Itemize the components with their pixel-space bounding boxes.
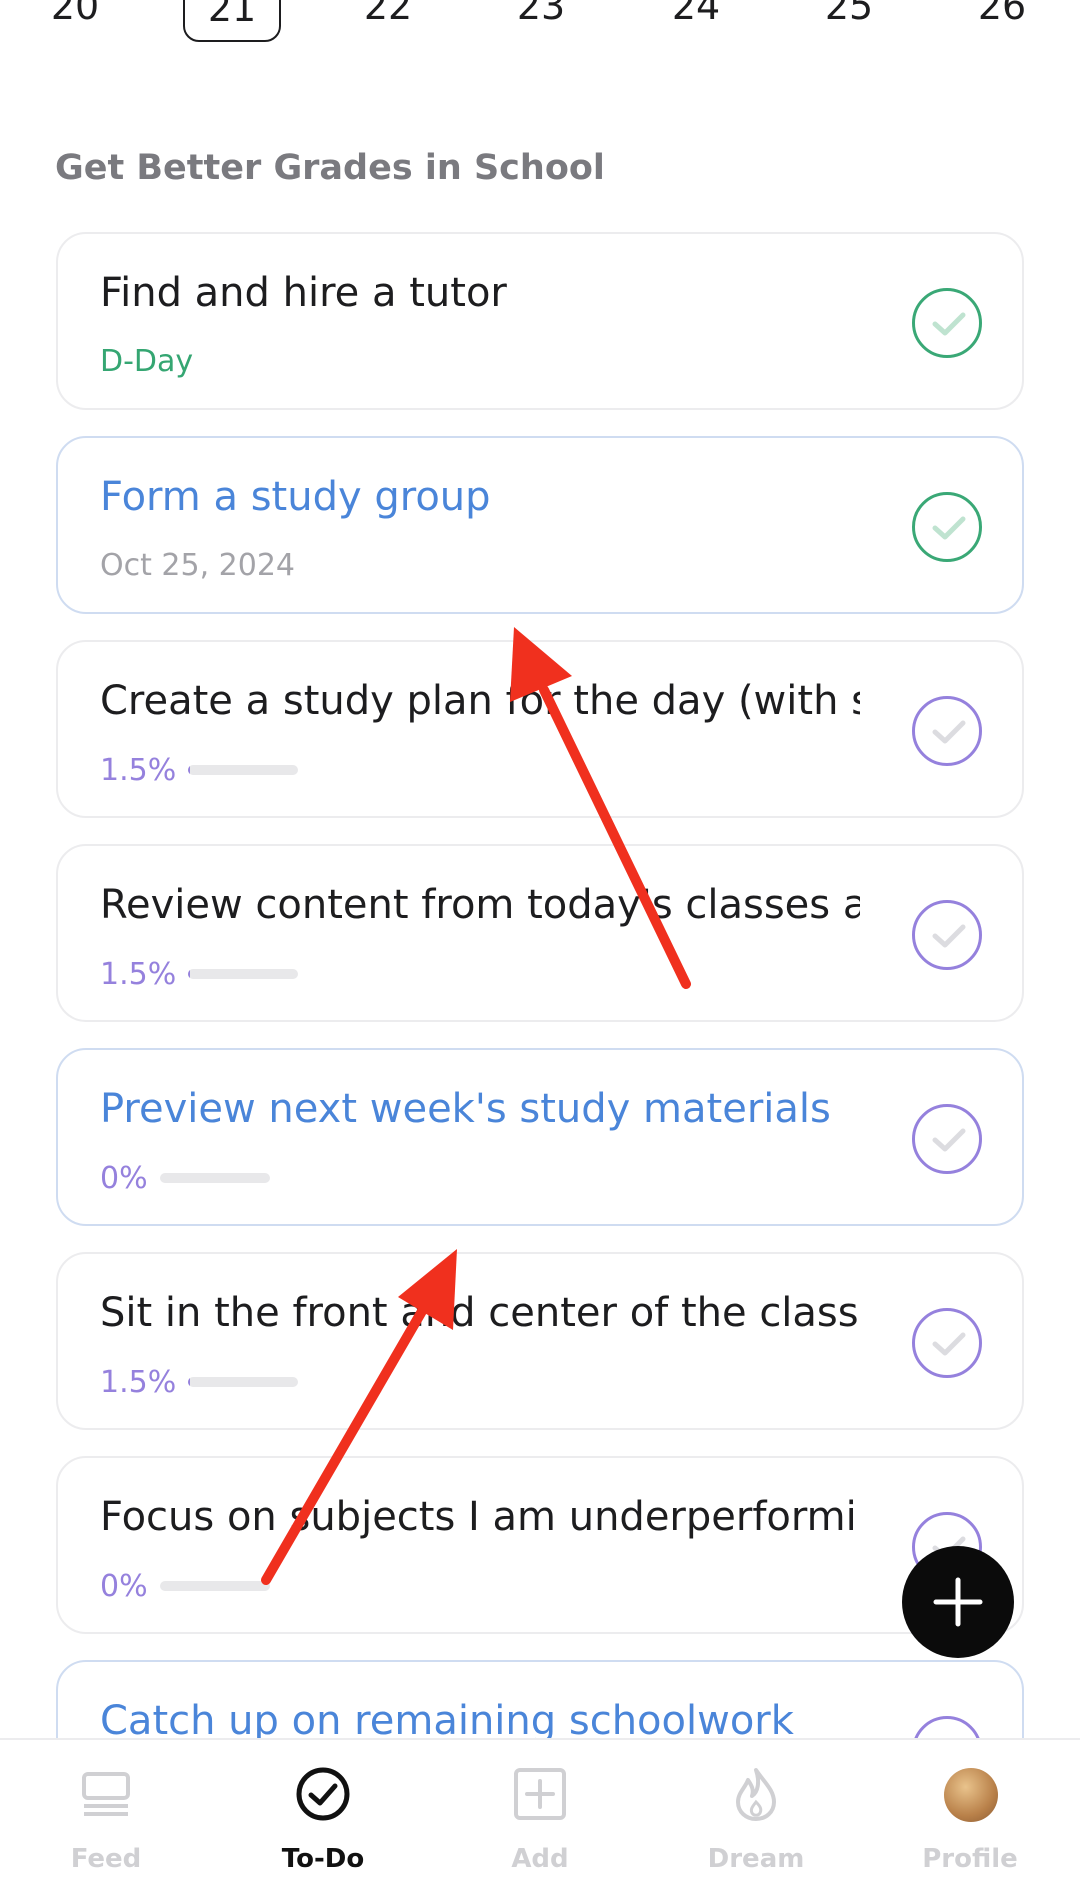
progress-bar (159, 1173, 270, 1183)
task-due-date: Oct 25, 2024 (100, 548, 295, 583)
nav-todo[interactable]: To-Do (223, 1740, 423, 1899)
plus-icon (933, 1577, 983, 1627)
check-icon (932, 1128, 966, 1152)
date-item[interactable]: 26 (953, 0, 1051, 42)
task-progress: 1.5% (100, 750, 299, 790)
date-item-selected[interactable]: 21 (183, 0, 281, 42)
complete-check-button[interactable] (912, 288, 982, 358)
progress-fill (188, 1377, 191, 1387)
task-card[interactable]: Focus on subjects I am underperformi... … (56, 1456, 1024, 1634)
check-icon (932, 516, 966, 540)
goal-title: Get Better Grades in School (55, 148, 605, 188)
task-card[interactable]: Sit in the front and center of the class… (56, 1252, 1024, 1430)
task-progress: 0% (100, 1566, 270, 1606)
flame-icon (736, 1768, 776, 1821)
task-card[interactable]: Create a study plan for the day (with s.… (56, 640, 1024, 818)
check-icon (932, 924, 966, 948)
progress-percent: 1.5% (100, 956, 177, 992)
check-icon (932, 312, 966, 336)
check-icon (932, 720, 966, 744)
nav-label: Add (511, 1844, 569, 1874)
avatar (944, 1768, 998, 1822)
progress-fill (188, 765, 191, 775)
task-card[interactable]: Preview next week's study materials 0% (56, 1048, 1024, 1226)
task-title: Form a study group (100, 474, 491, 520)
date-item[interactable]: 24 (647, 0, 745, 42)
nav-feed[interactable]: Feed (6, 1740, 206, 1899)
progress-percent: 0% (100, 1160, 148, 1196)
task-card[interactable]: Find and hire a tutor D-Day (56, 232, 1024, 410)
date-item[interactable]: 25 (800, 0, 898, 42)
date-item[interactable]: 22 (339, 0, 437, 42)
nav-label: To-Do (281, 1844, 365, 1874)
progress-bar (159, 1581, 270, 1591)
task-progress: 0% (100, 1158, 270, 1198)
task-card[interactable]: Form a study group Oct 25, 2024 (56, 436, 1024, 614)
add-task-fab[interactable] (902, 1546, 1014, 1658)
complete-check-button[interactable] (912, 900, 982, 970)
nav-profile[interactable]: Profile (870, 1740, 1070, 1899)
progress-percent: 1.5% (100, 1364, 177, 1400)
todo-screen: 20 21 22 23 24 25 26 Get Better Grades i… (0, 0, 1080, 1899)
date-strip: 20 21 22 23 24 25 26 (0, 0, 1080, 60)
nav-label: Dream (707, 1844, 805, 1874)
progress-percent: 1.5% (100, 752, 177, 788)
task-due-label: D-Day (100, 344, 194, 379)
feed-icon (82, 1772, 130, 1816)
task-title: Focus on subjects I am underperformi... (100, 1494, 860, 1540)
date-item[interactable]: 20 (26, 0, 124, 42)
complete-check-button[interactable] (912, 492, 982, 562)
check-circle-icon (296, 1767, 350, 1821)
task-title: Review content from today's classes a... (100, 882, 860, 928)
task-progress: 1.5% (100, 954, 299, 994)
task-card[interactable]: Review content from today's classes a...… (56, 844, 1024, 1022)
progress-bar (188, 1377, 299, 1387)
progress-bar (188, 969, 299, 979)
task-title: Preview next week's study materials (100, 1086, 831, 1132)
task-title: Create a study plan for the day (with s.… (100, 678, 860, 724)
bottom-nav: Feed To-Do Add Dream Profile (0, 1738, 1080, 1899)
progress-bar (188, 765, 299, 775)
progress-fill (188, 969, 191, 979)
complete-check-button[interactable] (912, 1308, 982, 1378)
plus-square-icon (514, 1768, 566, 1820)
nav-label: Feed (70, 1844, 142, 1874)
complete-check-button[interactable] (912, 1104, 982, 1174)
task-title: Find and hire a tutor (100, 270, 507, 316)
check-icon (932, 1332, 966, 1356)
task-title: Sit in the front and center of the class… (100, 1290, 860, 1336)
nav-dream[interactable]: Dream (656, 1740, 856, 1899)
date-item[interactable]: 23 (492, 0, 590, 42)
task-progress: 1.5% (100, 1362, 299, 1402)
complete-check-button[interactable] (912, 696, 982, 766)
nav-add[interactable]: Add (440, 1740, 640, 1899)
nav-label: Profile (922, 1844, 1018, 1874)
progress-percent: 0% (100, 1568, 148, 1604)
